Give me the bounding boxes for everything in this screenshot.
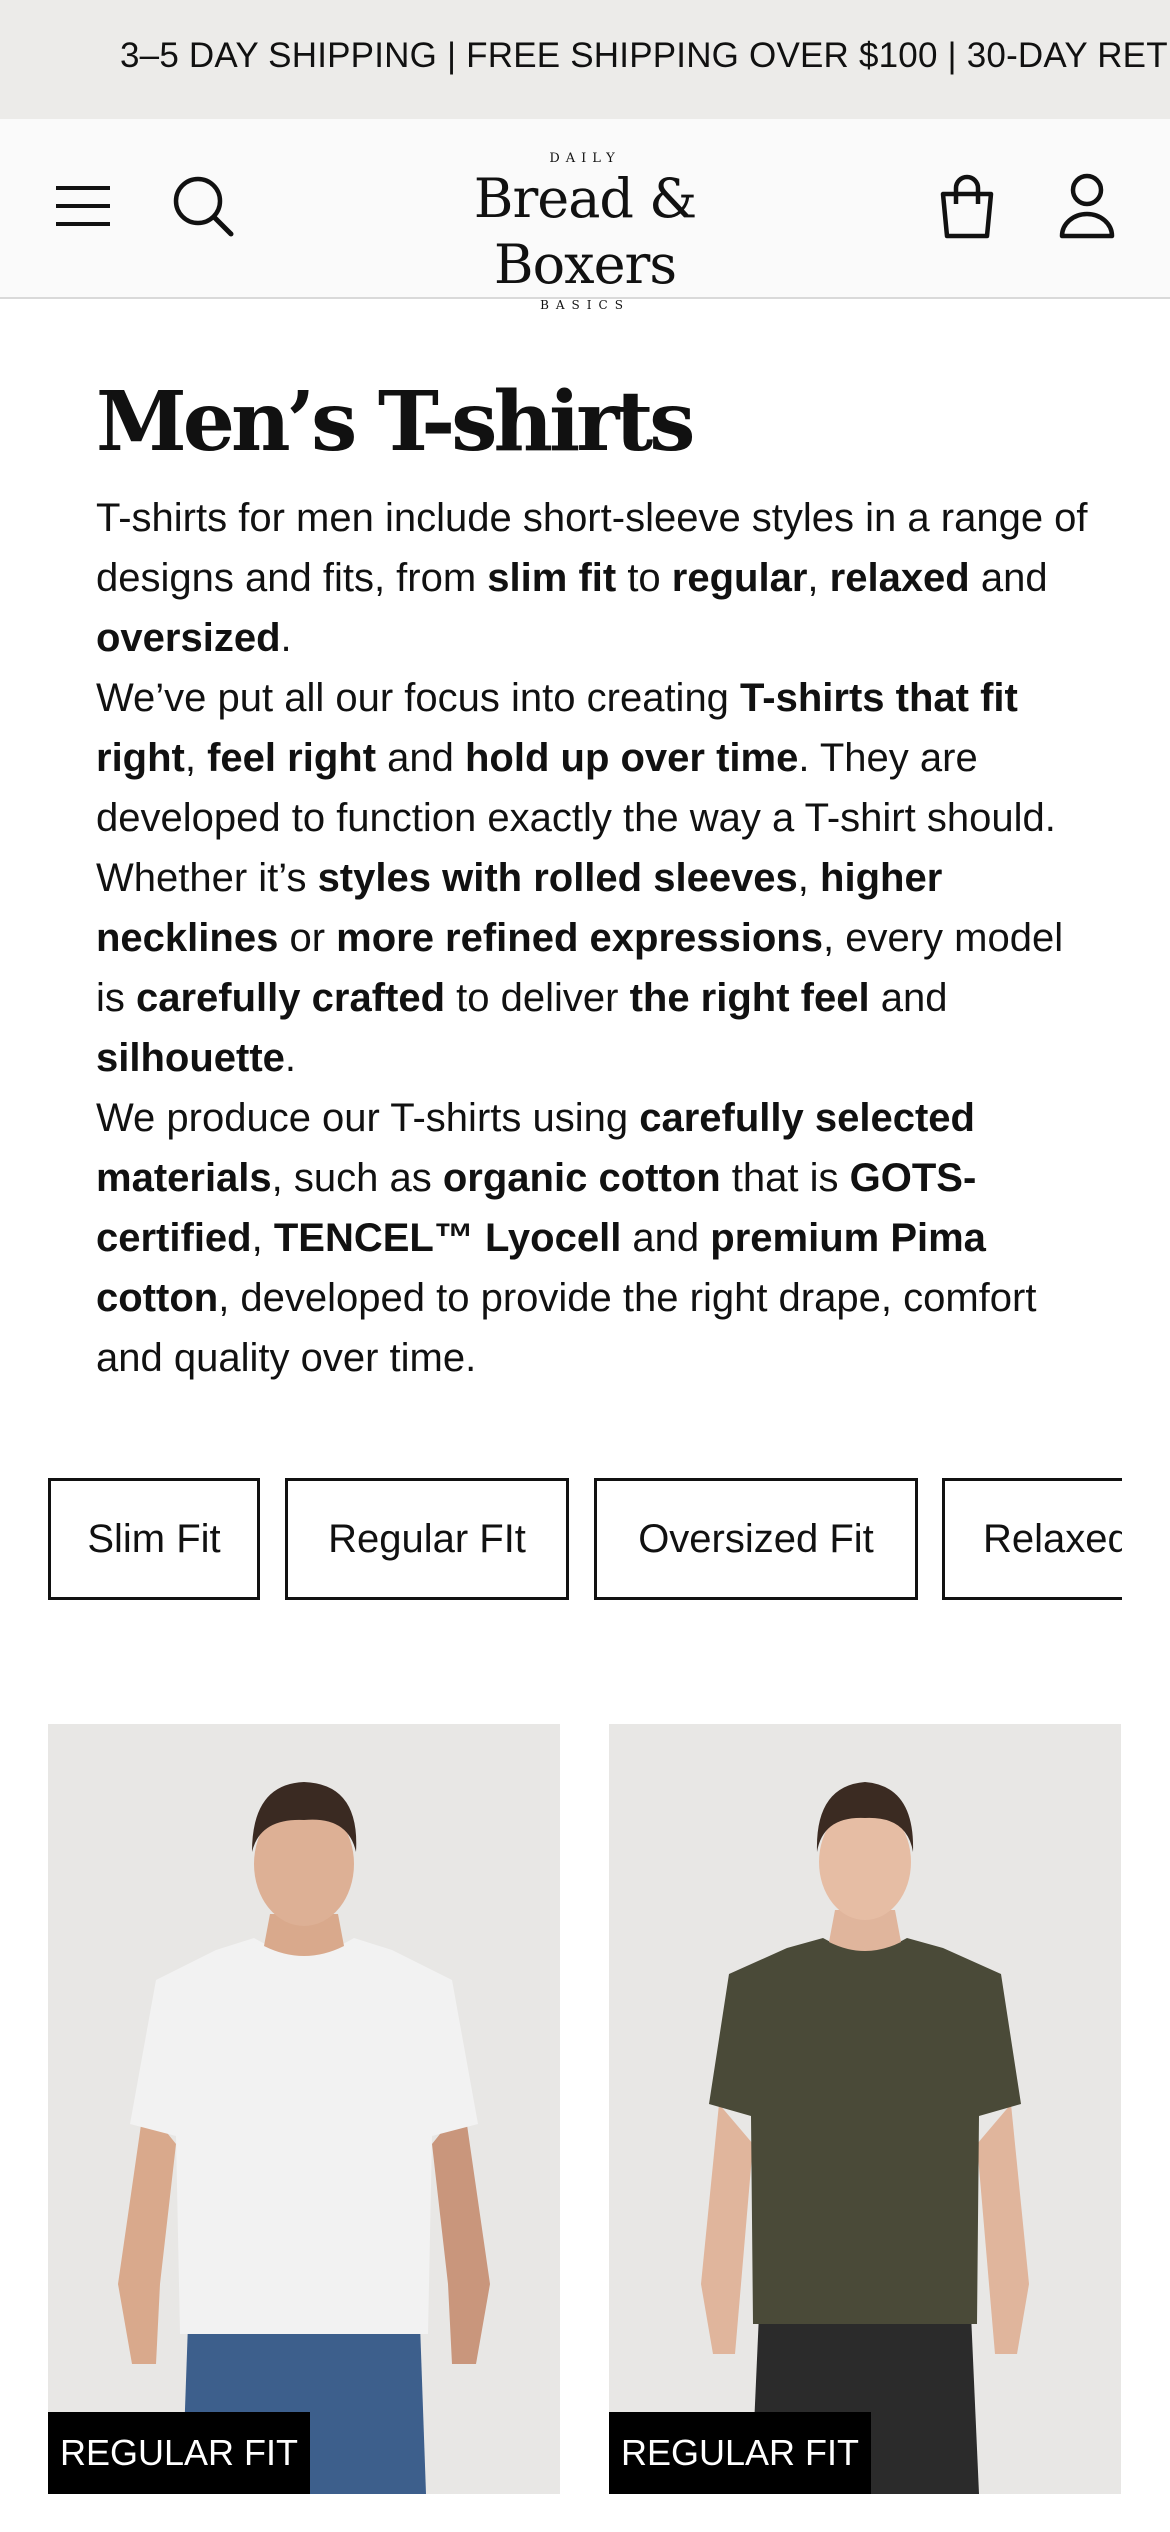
description-emphasis: slim fit <box>487 556 617 600</box>
product-image <box>118 1782 490 2494</box>
description-paragraph: We produce our T-shirts using carefully … <box>96 1088 1096 1388</box>
announcement-bar: 3–5 DAY SHIPPING | FREE SHIPPING OVER $1… <box>0 0 1170 119</box>
description-emphasis: more refined expressions <box>336 916 823 960</box>
filter-chip-relaxed-fit[interactable]: Relaxed Fit <box>942 1478 1122 1600</box>
description-text: , <box>797 856 821 900</box>
shopping-bag-icon[interactable] <box>932 171 1002 241</box>
fit-badge: REGULAR FIT <box>48 2412 311 2494</box>
description-text: to <box>616 556 672 600</box>
description-text: or <box>278 916 337 960</box>
fit-badge: REGULAR FIT <box>609 2412 872 2494</box>
search-icon[interactable] <box>168 171 238 241</box>
description-text: , <box>251 1216 274 1260</box>
description-text: that is <box>720 1156 850 1200</box>
logo-top-text: DAILY <box>549 151 621 166</box>
menu-icon[interactable] <box>48 171 118 241</box>
shirt-shape <box>130 1938 478 2334</box>
filter-chip-regular-fit[interactable]: Regular FIt <box>285 1478 569 1600</box>
filter-chip-slim-fit[interactable]: Slim Fit <box>48 1478 260 1600</box>
description-text: , <box>184 736 208 780</box>
account-icon[interactable] <box>1052 171 1122 241</box>
description-text: . <box>280 616 292 660</box>
description-text: and <box>869 976 948 1020</box>
logo-bottom-text: BASICS <box>540 298 630 312</box>
description-paragraph: T-shirts for men include short-sleeve st… <box>96 488 1096 668</box>
description-emphasis: TENCEL™ Lyocell <box>273 1216 622 1260</box>
fit-filter-chips: Slim Fit Regular FIt Oversized Fit Relax… <box>48 1478 1122 1604</box>
page-title: Men’s T-shirts <box>96 374 695 470</box>
description-emphasis: the right feel <box>629 976 870 1020</box>
description-text: We’ve put all our focus into creating <box>96 676 741 720</box>
description-emphasis: hold up over time <box>464 736 799 780</box>
description-emphasis: oversized <box>96 616 281 660</box>
description-paragraph: We’ve put all our focus into creating T-… <box>96 668 1096 1088</box>
description-emphasis: carefully crafted <box>136 976 446 1020</box>
description-text: . <box>284 1036 297 1080</box>
description-text: , such as <box>271 1156 443 1200</box>
shirt-shape <box>709 1938 1021 2324</box>
description-text: and <box>621 1216 711 1260</box>
description-emphasis: silhouette <box>96 1036 285 1080</box>
product-image <box>701 1782 1029 2494</box>
description-emphasis: feel right <box>207 736 377 780</box>
site-header: DAILY Bread & Boxers BASICS <box>0 119 1170 312</box>
category-description: T-shirts for men include short-sleeve st… <box>96 488 1096 1388</box>
product-card[interactable]: REGULAR FIT <box>48 1724 560 2494</box>
description-text: , developed to provide the right drape, … <box>96 1276 1037 1380</box>
description-text: to deliver <box>445 976 630 1020</box>
description-emphasis: styles with rolled sleeves <box>317 856 798 900</box>
product-card[interactable]: REGULAR FIT <box>609 1724 1121 2494</box>
logo-main-text: Bread & Boxers <box>473 167 697 296</box>
description-text: We produce our T-shirts using <box>96 1096 640 1140</box>
description-text: and <box>969 556 1048 600</box>
description-emphasis: relaxed <box>829 556 970 600</box>
description-emphasis: regular <box>671 556 808 600</box>
description-text: and <box>376 736 465 780</box>
description-text: , <box>807 556 830 600</box>
filter-chip-oversized-fit[interactable]: Oversized Fit <box>594 1478 918 1600</box>
description-emphasis: organic cotton <box>442 1156 721 1200</box>
brand-logo[interactable]: DAILY Bread & Boxers BASICS <box>380 149 790 312</box>
announcement-text: 3–5 DAY SHIPPING | FREE SHIPPING OVER $1… <box>120 36 1170 75</box>
